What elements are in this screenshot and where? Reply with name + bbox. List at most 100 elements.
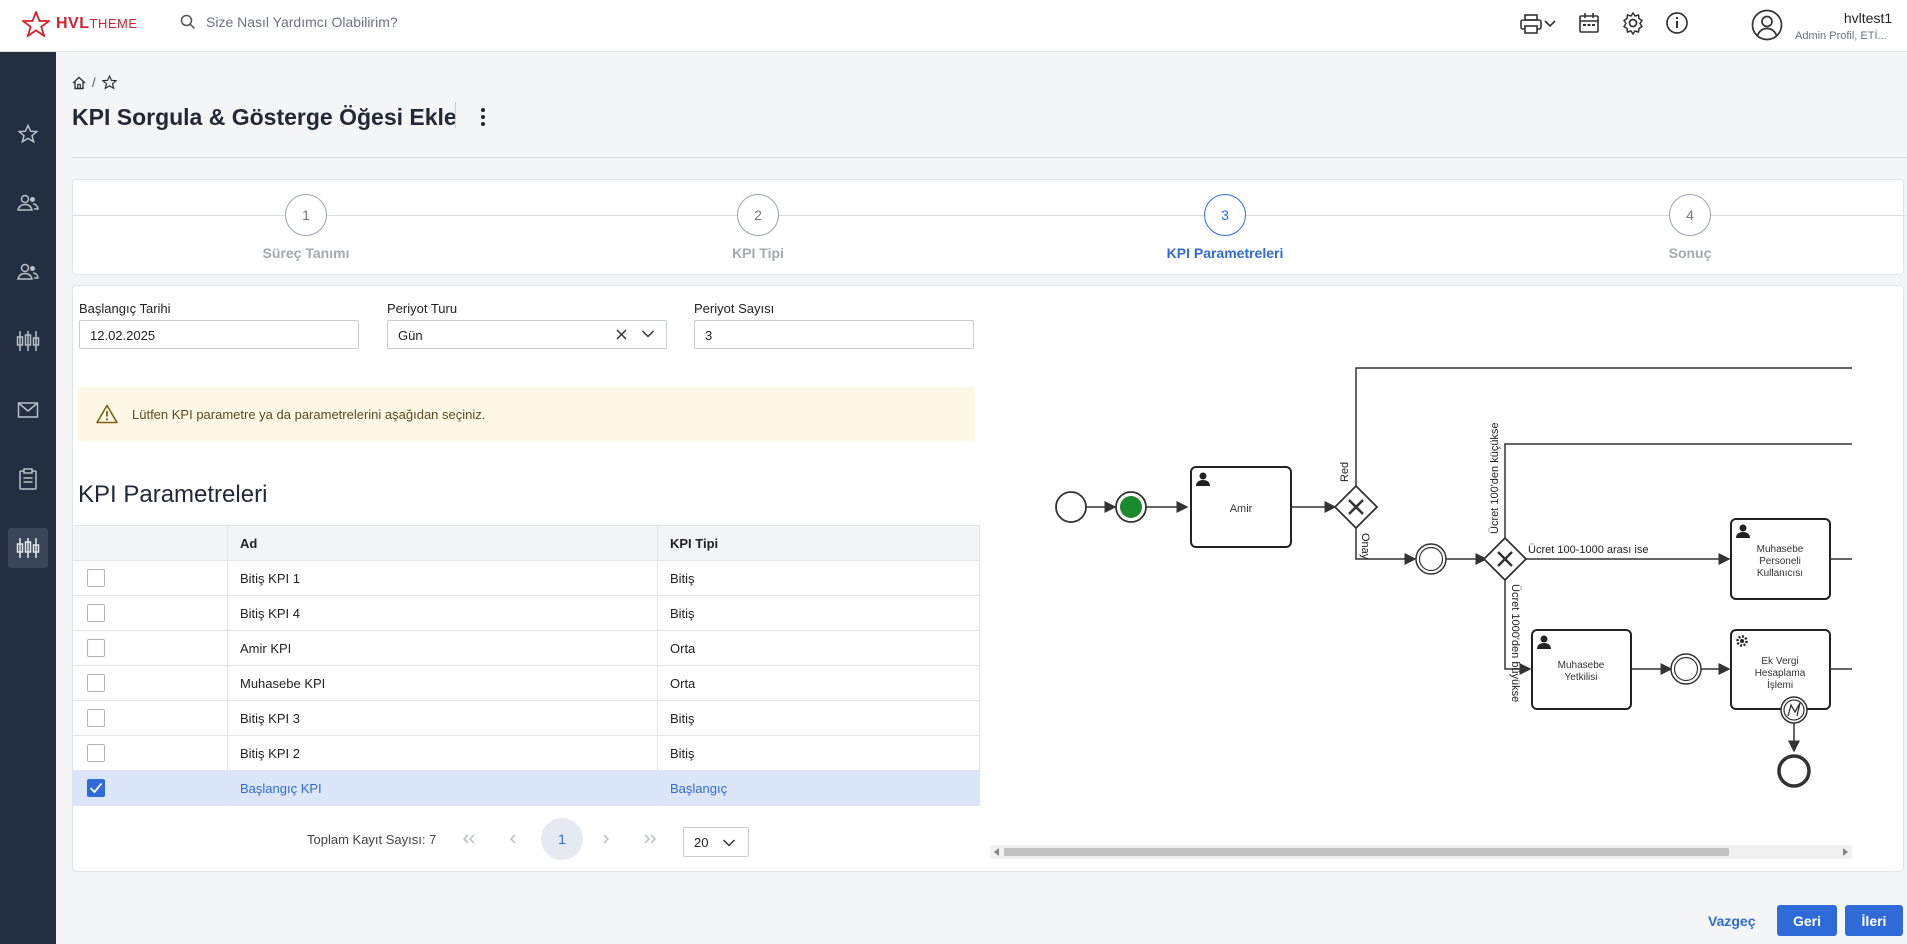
step-label: Süreç Tanımı [262,245,350,261]
task-ek-vergi[interactable]: Ek Vergi Hesaplama İşlemi [1730,629,1831,710]
row-checkbox[interactable] [87,709,105,727]
start-event[interactable] [1055,491,1087,523]
column-header-select [72,525,228,561]
intermediate-event[interactable] [1415,543,1447,575]
more-options-button[interactable] [478,106,488,133]
next-button[interactable]: İleri [1845,905,1903,936]
row-select-cell[interactable] [72,595,228,631]
next-page-button[interactable] [590,823,622,855]
flow-label-arasi: Ücret 100-1000 arası ise [1528,544,1648,556]
diagram-horizontal-scrollbar[interactable] [990,845,1852,859]
row-select-cell[interactable] [72,560,228,596]
home-icon[interactable] [72,76,86,90]
kebab-menu-icon [481,108,485,126]
step-number: 1 [285,194,327,236]
sidebar-item-favorites[interactable] [8,114,48,154]
sidebar-item-messages[interactable] [8,390,48,430]
search-placeholder: Size Nasıl Yardımcı Olabilirim? [206,14,398,30]
column-header-name[interactable]: Ad [227,525,658,561]
process-diagram[interactable]: Amir Red Onay Ücret 100'den küçükse Ücre… [990,340,1852,860]
task-label-line: Kullanıcısı [1757,568,1803,579]
sidebar-item-users[interactable] [8,183,48,223]
total-records: Toplam Kayıt Sayısı: 7 [307,832,437,847]
bpmn-canvas: Amir Red Onay Ücret 100'den küçükse Ücre… [1055,367,1852,788]
table-row[interactable]: Bitiş KPI 3 Bitiş [72,700,980,736]
table-row-selected[interactable]: Başlangıç KPI Başlangıç [72,770,980,806]
table-row[interactable]: Bitiş KPI 4 Bitiş [72,595,980,631]
user-group-icon [17,263,39,280]
row-select-cell[interactable] [72,770,228,806]
star-icon[interactable] [101,75,117,90]
info-button[interactable] [1665,11,1689,40]
start-event-highlighted[interactable] [1115,491,1147,523]
row-name: Başlangıç KPI [227,770,658,806]
table-row[interactable]: Amir KPI Orta [72,630,980,666]
sidebar-item-tasks[interactable] [8,459,48,499]
period-count-input[interactable]: 3 [694,320,974,349]
user-role: Admin Profil, ETİ... [1795,30,1887,42]
row-select-cell[interactable] [72,700,228,736]
global-search[interactable]: Size Nasıl Yardımcı Olabilirim? [180,14,398,30]
clear-icon[interactable] [615,328,628,341]
scroll-right-icon[interactable] [1842,848,1849,856]
logo[interactable]: HVLTHEME [22,11,138,37]
period-count-label: Periyot Sayısı [694,301,775,316]
gear-icon [1622,11,1644,36]
row-select-cell[interactable] [72,630,228,666]
step-number: 4 [1669,194,1711,236]
scroll-left-icon[interactable] [993,848,1000,856]
intermediate-event[interactable] [1670,653,1702,685]
row-name: Amir KPI [227,630,658,666]
step-4[interactable]: 4 Sonuç [1590,194,1790,261]
row-checkbox-checked[interactable] [87,779,105,797]
row-checkbox[interactable] [87,639,105,657]
task-muhasebe-yetkilisi[interactable]: Muhasebe Yetkilisi [1531,629,1632,710]
row-checkbox[interactable] [87,674,105,692]
page-button-current[interactable]: 1 [541,818,583,860]
task-label-line: Personeli [1759,556,1801,567]
period-type-select[interactable]: Gün [387,320,667,349]
scrollbar-thumb[interactable] [1004,848,1729,856]
prev-page-button[interactable] [497,823,529,855]
step-1[interactable]: 1 Süreç Tanımı [206,194,406,261]
exclusive-gateway[interactable] [1333,484,1379,530]
sidebar-item-kpi[interactable] [8,321,48,361]
start-date-input[interactable]: 12.02.2025 [79,320,359,349]
section-title: KPI Parametreleri [78,481,268,508]
user-name[interactable]: hvltest1 [1818,10,1907,26]
error-boundary-event[interactable] [1780,696,1808,724]
back-button[interactable]: Geri [1777,905,1837,936]
last-page-button[interactable] [634,823,666,855]
print-menu-button[interactable] [1520,13,1558,40]
column-header-kpi-type[interactable]: KPI Tipi [657,525,980,561]
task-amir[interactable]: Amir [1190,466,1292,548]
step-2[interactable]: 2 KPI Tipi [658,194,858,261]
task-muhasebe-personeli[interactable]: Muhasebe Personeli Kullanıcısı [1730,518,1831,600]
row-checkbox[interactable] [87,569,105,587]
row-select-cell[interactable] [72,735,228,771]
row-select-cell[interactable] [72,665,228,701]
sidebar-item-kpi-query[interactable] [8,528,48,568]
table-row[interactable]: Muhasebe KPI Orta [72,665,980,701]
step-3[interactable]: 3 KPI Parametreleri [1125,194,1325,261]
flow-label-red: Red [1339,462,1351,482]
table-row[interactable]: Bitiş KPI 2 Bitiş [72,735,980,771]
row-checkbox[interactable] [87,604,105,622]
row-checkbox[interactable] [87,744,105,762]
table-row[interactable]: Bitiş KPI 1 Bitiş [72,560,980,596]
sidebar-item-groups[interactable] [8,252,48,292]
task-label-line: Muhasebe [1558,660,1605,671]
chevron-down-icon [722,839,736,847]
chevron-down-icon[interactable] [641,329,655,339]
end-event[interactable] [1777,754,1811,788]
first-page-button[interactable] [453,823,485,855]
row-kpi-type: Bitiş [657,700,980,736]
calendar-button[interactable] [1578,12,1600,39]
page-size-select[interactable]: 20 [683,827,749,857]
cancel-button[interactable]: Vazgeç [1708,913,1755,929]
breadcrumb: / [72,75,117,90]
exclusive-gateway[interactable] [1482,536,1528,582]
user-avatar[interactable] [1751,9,1783,46]
warning-alert: Lütfen KPI parametre ya da parametreleri… [78,387,975,441]
settings-button[interactable] [1621,11,1645,40]
